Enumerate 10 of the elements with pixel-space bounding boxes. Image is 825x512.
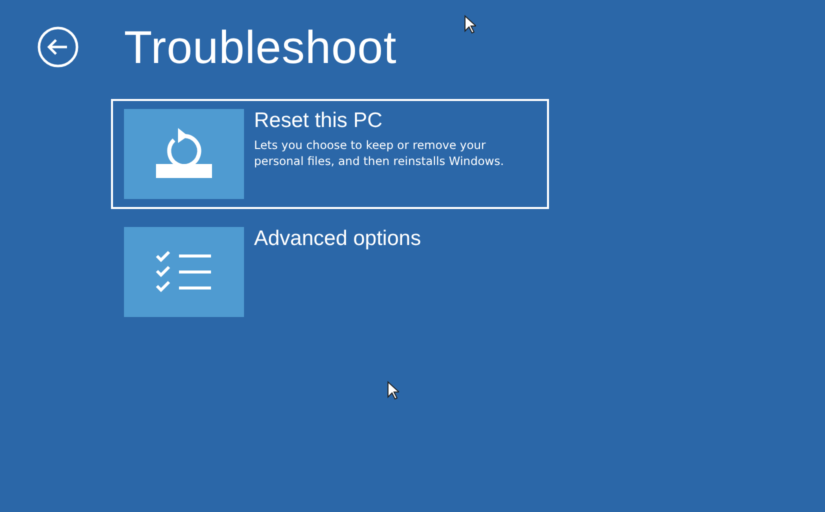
mouse-cursor-icon (387, 381, 399, 400)
checklist-icon (155, 250, 213, 294)
option-tile[interactable]: Reset this PC Lets you choose to keep or remove your personal files, and then reinstalls Windows. (111, 99, 549, 209)
page-title: Troubleshoot (124, 20, 397, 75)
mouse-cursor-icon (464, 15, 476, 34)
option-title: Advanced options (254, 227, 421, 251)
option-tile[interactable]: Advanced options (111, 217, 549, 327)
option-description: Lets you choose to keep or remove your personal files, and then reinstalls Windows. (254, 137, 505, 169)
option-title: Reset this PC (254, 109, 384, 133)
back-button[interactable] (36, 25, 80, 69)
